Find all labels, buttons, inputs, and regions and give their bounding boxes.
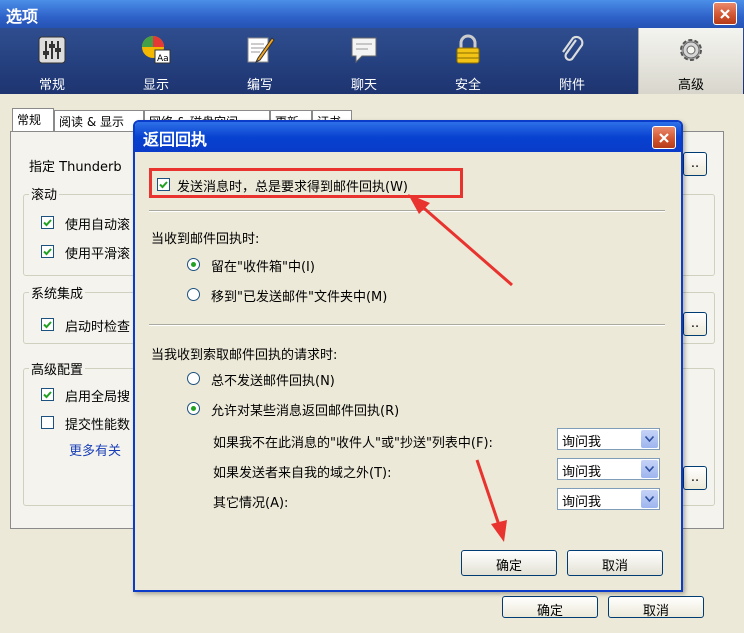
smooth-scroll-checkbox[interactable] [41, 245, 54, 258]
chat-bubble-icon [351, 37, 377, 64]
toolbar-label: 高级 [677, 78, 704, 93]
move-to-sent-radio[interactable] [187, 288, 200, 301]
dropdown-button[interactable] [641, 460, 658, 478]
toolbar-chat[interactable]: 聊天 [312, 28, 416, 94]
config-editor-button[interactable]: .. [683, 466, 707, 490]
otherwise-select[interactable]: 询问我 [557, 488, 660, 510]
not-in-to-cc-label: 如果我不在此消息的"收件人"或"抄送"列表中(F): [213, 436, 493, 451]
tab-read-display[interactable]: 阅读 & 显示 [54, 110, 144, 132]
check-now-button-2[interactable]: .. [683, 312, 707, 336]
dialog-titlebar: 返回回执 [135, 122, 681, 152]
toolbar-label: 聊天 [350, 78, 377, 93]
select-value: 询问我 [562, 465, 602, 480]
button-label: 取消 [642, 604, 669, 619]
startup-check-label: 启动时检查 [65, 320, 131, 335]
svg-text:Aa: Aa [157, 54, 169, 64]
check-now-button[interactable]: .. [683, 152, 707, 176]
outside-domain-label: 如果发送者来自我的域之外(T): [213, 466, 392, 481]
move-to-sent-label: 移到"已发送邮件"文件夹中(M) [211, 290, 388, 305]
dialog-title: 返回回执 [143, 130, 208, 149]
select-value: 询问我 [562, 435, 602, 450]
separator [149, 324, 665, 326]
not-in-to-cc-select[interactable]: 询问我 [557, 428, 660, 450]
performance-data-checkbox[interactable] [41, 416, 54, 429]
toolbar-attachments[interactable]: 附件 [520, 28, 624, 94]
advanced-group-label: 高级配置 [29, 359, 86, 378]
global-search-label: 启用全局搜 [65, 390, 131, 405]
never-send-label: 总不发送邮件回执(N) [211, 374, 335, 389]
separator [149, 210, 665, 212]
tab-general[interactable]: 常规 [12, 108, 54, 132]
toolbar-label: 常规 [38, 78, 65, 93]
button-label: 确定 [495, 559, 522, 574]
toolbar-general[interactable]: 常规 [0, 28, 104, 94]
dialog-close-button[interactable] [652, 126, 676, 149]
outer-cancel-button[interactable]: 取消 [608, 596, 704, 619]
checkmark-icon [43, 321, 52, 329]
keep-in-inbox-radio[interactable] [187, 258, 200, 271]
smooth-scroll-label: 使用平滑滚 [65, 247, 131, 262]
button-label: 确定 [536, 604, 563, 619]
allow-some-radio[interactable] [187, 402, 200, 415]
paperclip-icon [562, 35, 584, 61]
keep-in-inbox-label: 留在"收件箱"中(I) [211, 260, 315, 275]
dropdown-button[interactable] [641, 490, 658, 508]
toolbar-label: 附件 [558, 78, 585, 93]
when-receive-heading: 当收到邮件回执时: [151, 232, 260, 247]
gear-icon [680, 39, 702, 61]
sliders-icon [38, 36, 66, 64]
button-label: 取消 [601, 559, 628, 574]
when-request-heading: 当我收到索取邮件回执的请求时: [151, 348, 338, 363]
lock-icon [456, 34, 480, 64]
window-title: 选项 [6, 7, 39, 26]
system-group-label: 系统集成 [29, 283, 86, 302]
toolbar-security[interactable]: 安全 [416, 28, 520, 94]
palette-icon: Aa [142, 36, 171, 64]
checkmark-icon [43, 219, 52, 227]
toolbar-label: 安全 [454, 78, 481, 93]
startup-check-checkbox[interactable] [41, 318, 54, 331]
pencil-icon [247, 37, 275, 64]
outer-ok-button[interactable]: 确定 [502, 596, 598, 619]
system-default-text: 指定 Thunderb [29, 160, 122, 175]
checkmark-icon [43, 391, 52, 399]
otherwise-label: 其它情况(A): [213, 496, 289, 511]
options-window-titlebar: 选项 [0, 0, 744, 28]
dialog-cancel-button[interactable]: 取消 [567, 550, 663, 576]
highlight-box [149, 168, 463, 198]
never-send-radio[interactable] [187, 372, 200, 385]
auto-scroll-checkbox[interactable] [41, 216, 54, 229]
toolbar-label: 编写 [246, 78, 273, 93]
select-value: 询问我 [562, 495, 602, 510]
window-close-button[interactable] [713, 2, 737, 25]
category-toolbar: 常规 Aa 显示 编写 聊天 安全 附件 高级 [0, 28, 744, 95]
checkmark-icon [43, 248, 52, 256]
scroll-group-label: 滚动 [29, 184, 60, 203]
toolbar-compose[interactable]: 编写 [208, 28, 312, 94]
chevron-down-icon [645, 496, 654, 502]
more-info-link[interactable]: 更多有关 [69, 440, 121, 459]
close-icon [720, 8, 730, 19]
toolbar-label: 显示 [142, 78, 169, 93]
dropdown-button[interactable] [641, 430, 658, 448]
dialog-ok-button[interactable]: 确定 [461, 550, 557, 576]
close-icon [659, 132, 669, 143]
global-search-checkbox[interactable] [41, 388, 54, 401]
chevron-down-icon [645, 466, 654, 472]
toolbar-display[interactable]: Aa 显示 [104, 28, 208, 94]
outside-domain-select[interactable]: 询问我 [557, 458, 660, 480]
tab-label: 常规 [17, 113, 42, 127]
tab-label: 阅读 & 显示 [59, 115, 124, 129]
auto-scroll-label: 使用自动滚 [65, 218, 131, 233]
performance-data-label: 提交性能数 [65, 418, 131, 433]
chevron-down-icon [645, 436, 654, 442]
toolbar-advanced[interactable]: 高级 [638, 28, 743, 94]
allow-some-label: 允许对某些消息返回邮件回执(R) [211, 404, 400, 419]
